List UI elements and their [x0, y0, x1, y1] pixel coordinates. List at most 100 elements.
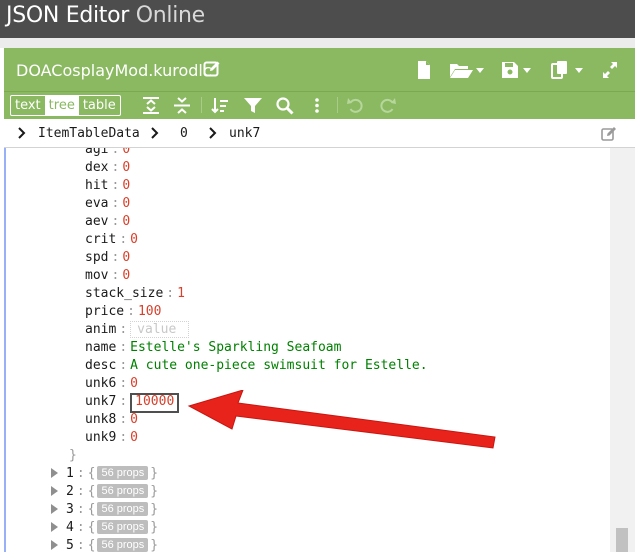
- field-key[interactable]: eva: [85, 196, 108, 211]
- collapsed-item-row[interactable]: 4:{56 props}: [51, 519, 158, 537]
- chevron-right-icon[interactable]: [149, 126, 161, 140]
- field-key[interactable]: desc: [85, 358, 116, 373]
- field-value[interactable]: A cute one-piece swimsuit for Estelle.: [130, 358, 427, 373]
- field-key[interactable]: stack_size: [85, 286, 163, 301]
- mode-table-button[interactable]: table: [79, 96, 120, 115]
- field-value[interactable]: 0: [122, 160, 130, 175]
- mode-text-button[interactable]: text: [11, 96, 45, 115]
- tree-field-row[interactable]: dex:0: [85, 159, 130, 177]
- field-value[interactable]: 0: [122, 250, 130, 265]
- field-key[interactable]: aev: [85, 214, 108, 229]
- field-key[interactable]: unk9: [85, 430, 116, 445]
- collapsed-item-row[interactable]: 5:{56 props}: [51, 537, 158, 552]
- tree-field-row[interactable]: agi:0: [85, 148, 130, 159]
- expand-arrow-icon[interactable]: [51, 539, 58, 550]
- field-key[interactable]: mov: [85, 268, 108, 283]
- expand-arrow-icon[interactable]: [51, 485, 58, 496]
- tree-field-row[interactable]: unk8:0: [85, 411, 138, 429]
- tree-field-row[interactable]: crit:0: [85, 231, 138, 249]
- new-document-icon[interactable]: [417, 60, 431, 80]
- field-value[interactable]: 0: [122, 268, 130, 283]
- mode-tree-button[interactable]: tree: [44, 96, 79, 115]
- props-count-badge[interactable]: 56 props: [97, 501, 149, 516]
- open-folder-icon[interactable]: [449, 60, 485, 80]
- collapsed-item-row[interactable]: 3:{56 props}: [51, 501, 158, 519]
- field-key[interactable]: hit: [85, 178, 108, 193]
- tree-field-row[interactable]: mov:0: [85, 267, 130, 285]
- item-index[interactable]: 5: [66, 538, 74, 552]
- field-key[interactable]: anim: [85, 322, 116, 337]
- edit-name-icon[interactable]: [203, 60, 221, 78]
- tree-field-row[interactable]: anim: value: [85, 321, 190, 339]
- chevron-right-icon[interactable]: [16, 126, 28, 140]
- menu-separator: [201, 97, 202, 113]
- expand-all-icon[interactable]: [141, 96, 161, 115]
- undo-icon[interactable]: [346, 96, 366, 115]
- copy-icon[interactable]: [551, 60, 585, 80]
- tree-field-row[interactable]: spd:0: [85, 249, 130, 267]
- tree-field-row[interactable]: name: Estelle's Sparkling Seafoam: [85, 339, 341, 357]
- field-key[interactable]: dex: [85, 160, 108, 175]
- redo-icon[interactable]: [377, 96, 397, 115]
- item-index[interactable]: 3: [66, 502, 74, 517]
- vertical-scrollbar[interactable]: [610, 148, 635, 552]
- chevron-right-icon[interactable]: [207, 126, 219, 140]
- empty-value-field[interactable]: value: [130, 321, 190, 338]
- filter-icon[interactable]: [243, 96, 263, 115]
- breadcrumb-item-unk7[interactable]: unk7: [229, 126, 260, 141]
- expand-arrow-icon[interactable]: [51, 503, 58, 514]
- field-value[interactable]: Estelle's Sparkling Seafoam: [130, 340, 341, 355]
- field-value[interactable]: 1: [177, 286, 185, 301]
- field-key[interactable]: unk8: [85, 412, 116, 427]
- search-icon[interactable]: [275, 96, 295, 115]
- tree-field-row[interactable]: price:100: [85, 303, 161, 321]
- more-options-icon[interactable]: [307, 96, 327, 115]
- field-key[interactable]: spd: [85, 250, 108, 265]
- field-key[interactable]: agi: [85, 148, 108, 157]
- breadcrumb-item-itemtabledata[interactable]: ItemTableData: [38, 126, 140, 141]
- props-count-badge[interactable]: 56 props: [97, 537, 149, 552]
- field-key[interactable]: crit: [85, 232, 116, 247]
- field-value[interactable]: 0: [122, 178, 130, 193]
- tree-field-row[interactable]: stack_size:1: [85, 285, 185, 303]
- tree-field-row[interactable]: desc: A cute one-piece swimsuit for Estel…: [85, 357, 428, 375]
- field-key[interactable]: name: [85, 340, 116, 355]
- tree-field-row[interactable]: aev:0: [85, 213, 130, 231]
- field-value[interactable]: 0: [130, 430, 138, 445]
- tree-field-row[interactable]: hit:0: [85, 177, 130, 195]
- scrollbar-thumb[interactable]: [616, 528, 628, 552]
- fullscreen-icon[interactable]: [601, 60, 619, 80]
- props-count-badge[interactable]: 56 props: [97, 483, 149, 498]
- sort-icon[interactable]: [210, 96, 230, 115]
- edit-path-icon[interactable]: [601, 126, 617, 142]
- props-count-badge[interactable]: 56 props: [97, 465, 149, 480]
- expand-arrow-icon[interactable]: [51, 467, 58, 478]
- tree-field-row[interactable]: unk6:0: [85, 375, 138, 393]
- collapsed-item-row[interactable]: 1:{56 props}: [51, 465, 158, 483]
- field-value[interactable]: 0: [122, 214, 130, 229]
- props-count-badge[interactable]: 56 props: [97, 519, 149, 534]
- app-title: JSON Editor Online: [6, 3, 205, 28]
- expand-arrow-icon[interactable]: [51, 521, 58, 532]
- field-value[interactable]: 0: [130, 376, 138, 391]
- breadcrumb-item-index[interactable]: 0: [180, 126, 188, 141]
- field-key[interactable]: unk7: [85, 394, 116, 409]
- item-index[interactable]: 4: [66, 520, 74, 535]
- save-icon[interactable]: [501, 60, 533, 80]
- item-index[interactable]: 1: [66, 466, 74, 481]
- field-value[interactable]: 0: [122, 196, 130, 211]
- collapse-all-icon[interactable]: [172, 96, 192, 115]
- field-key[interactable]: price: [85, 304, 124, 319]
- field-key[interactable]: unk6: [85, 376, 116, 391]
- field-value[interactable]: 100: [138, 304, 161, 319]
- tree-field-row[interactable]: unk9:0: [85, 429, 138, 447]
- item-index[interactable]: 2: [66, 484, 74, 499]
- highlighted-value[interactable]: 10000: [130, 393, 180, 413]
- tree-field-row[interactable]: eva:0: [85, 195, 130, 213]
- tree-field-row-selected[interactable]: unk7:10000: [85, 393, 180, 413]
- field-value[interactable]: 0: [130, 232, 138, 247]
- field-value[interactable]: 0: [130, 412, 138, 427]
- menu-separator: [337, 97, 338, 113]
- collapsed-item-row[interactable]: 2:{56 props}: [51, 483, 158, 501]
- field-value[interactable]: 0: [122, 148, 130, 157]
